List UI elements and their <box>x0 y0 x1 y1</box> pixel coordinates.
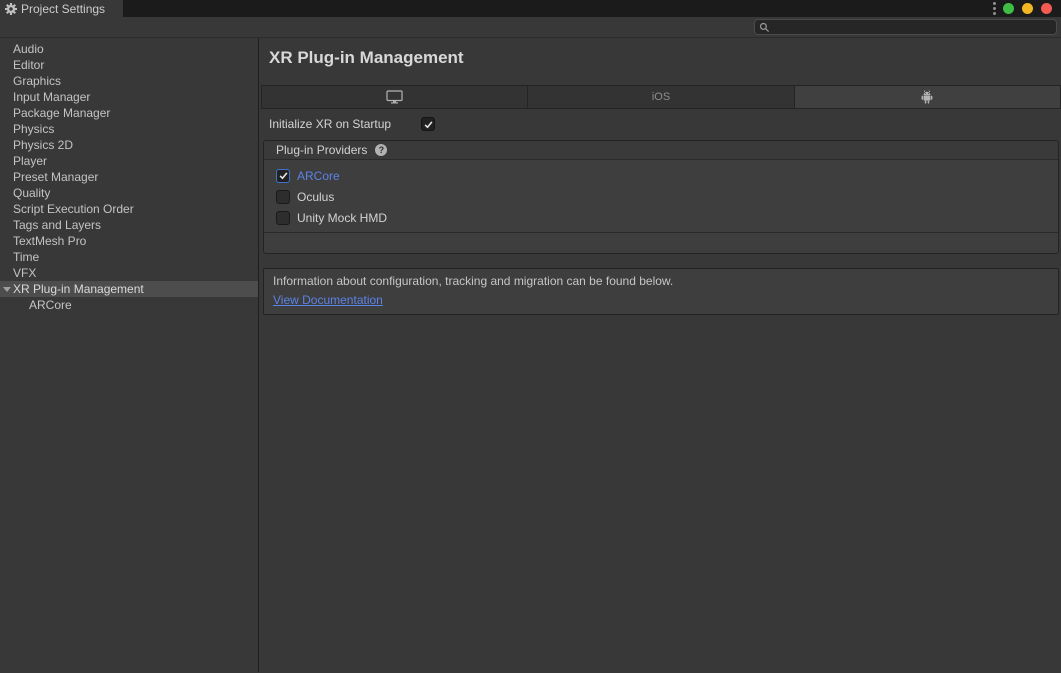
info-text: Information about configuration, trackin… <box>273 274 1049 289</box>
provider-checkbox-arcore[interactable] <box>276 169 290 183</box>
sidebar-item-label: Script Execution Order <box>13 202 134 216</box>
body: Audio Editor Graphics Input Manager Package … <box>0 38 1061 672</box>
sidebar-item-script-execution-order[interactable]: Script Execution Order <box>0 201 258 217</box>
provider-box-spacer <box>264 233 1058 253</box>
sidebar-item-label: Package Manager <box>13 106 110 120</box>
sidebar-item-xr-plug-in-management[interactable]: XR Plug-in Management <box>0 281 258 297</box>
sidebar-item-quality[interactable]: Quality <box>0 185 258 201</box>
sidebar-item-time[interactable]: Time <box>0 249 258 265</box>
project-settings-window-tab[interactable]: Project Settings <box>0 0 123 17</box>
provider-row-arcore: ARCore <box>264 165 1058 186</box>
search-input[interactable] <box>773 21 1056 34</box>
sidebar-item-label: Editor <box>13 58 44 72</box>
provider-label: Oculus <box>297 190 334 204</box>
window-button-yellow[interactable] <box>1022 3 1033 14</box>
provider-row-unity-mock-hmd: Unity Mock HMD <box>264 207 1058 228</box>
sidebar-item-label: ARCore <box>29 298 72 312</box>
provider-label: Unity Mock HMD <box>297 211 387 225</box>
sidebar-item-graphics[interactable]: Graphics <box>0 73 258 89</box>
sidebar-item-package-manager[interactable]: Package Manager <box>0 105 258 121</box>
provider-checkbox-oculus[interactable] <box>276 190 290 204</box>
gear-icon <box>5 3 17 15</box>
window-button-red[interactable] <box>1041 3 1052 14</box>
sidebar-item-label: Graphics <box>13 74 61 88</box>
sidebar-item-label: Input Manager <box>13 90 90 104</box>
android-icon <box>921 90 933 104</box>
sidebar-item-arcore[interactable]: ARCore <box>0 297 258 313</box>
window-buttons <box>1003 0 1061 17</box>
plugin-providers-box: Plug-in Providers ? ARCore Oculus Unity Mo… <box>263 140 1059 254</box>
sidebar-item-label: Quality <box>13 186 50 200</box>
platform-tabbar: iOS <box>261 85 1061 109</box>
settings-sidebar: Audio Editor Graphics Input Manager Package … <box>0 38 259 672</box>
initialize-xr-label: Initialize XR on Startup <box>269 117 421 131</box>
provider-label: ARCore <box>297 169 340 183</box>
sidebar-item-label: Audio <box>13 42 44 56</box>
sidebar-item-physics-2d[interactable]: Physics 2D <box>0 137 258 153</box>
sidebar-item-label: Physics 2D <box>13 138 73 152</box>
kebab-menu-icon[interactable] <box>986 0 1003 17</box>
sidebar-item-label: XR Plug-in Management <box>13 282 144 296</box>
main-panel: XR Plug-in Management iOS Initialize XR … <box>259 38 1061 672</box>
provider-checkbox-unity-mock-hmd[interactable] <box>276 211 290 225</box>
sidebar-item-textmesh-pro[interactable]: TextMesh Pro <box>0 233 258 249</box>
view-documentation-link[interactable]: View Documentation <box>273 293 383 307</box>
sidebar-item-label: Player <box>13 154 47 168</box>
sidebar-item-preset-manager[interactable]: Preset Manager <box>0 169 258 185</box>
sidebar-item-input-manager[interactable]: Input Manager <box>0 89 258 105</box>
help-icon[interactable]: ? <box>375 144 387 156</box>
provider-row-oculus: Oculus <box>264 186 1058 207</box>
triangle-down-icon[interactable] <box>3 287 11 292</box>
titlebar: Project Settings <box>0 0 1061 17</box>
provider-list: ARCore Oculus Unity Mock HMD <box>264 160 1058 233</box>
sidebar-item-label: Preset Manager <box>13 170 98 184</box>
window-button-green[interactable] <box>1003 3 1014 14</box>
initialize-xr-row: Initialize XR on Startup <box>269 115 1061 133</box>
sidebar-item-editor[interactable]: Editor <box>0 57 258 73</box>
sidebar-item-label: VFX <box>13 266 36 280</box>
window-title: Project Settings <box>21 2 105 16</box>
tab-label: iOS <box>652 91 670 103</box>
info-box: Information about configuration, trackin… <box>263 268 1059 315</box>
sidebar-item-vfx[interactable]: VFX <box>0 265 258 281</box>
initialize-xr-checkbox[interactable] <box>421 117 435 131</box>
titlebar-spacer <box>123 0 986 17</box>
tab-android[interactable] <box>794 86 1060 108</box>
sidebar-item-label: Time <box>13 250 39 264</box>
sidebar-item-label: TextMesh Pro <box>13 234 86 248</box>
tab-ios[interactable]: iOS <box>527 86 793 108</box>
sidebar-item-label: Tags and Layers <box>13 218 101 232</box>
search-icon <box>759 22 770 33</box>
page-title: XR Plug-in Management <box>269 47 1061 68</box>
toolbar <box>0 17 1061 38</box>
plugin-providers-header: Plug-in Providers ? <box>264 141 1058 160</box>
sidebar-item-label: Physics <box>13 122 54 136</box>
sidebar-item-physics[interactable]: Physics <box>0 121 258 137</box>
monitor-icon <box>386 90 403 104</box>
plugin-providers-label: Plug-in Providers <box>276 143 367 157</box>
sidebar-item-audio[interactable]: Audio <box>0 41 258 57</box>
tab-desktop[interactable] <box>262 86 527 108</box>
sidebar-item-tags-and-layers[interactable]: Tags and Layers <box>0 217 258 233</box>
search-box[interactable] <box>754 19 1057 35</box>
sidebar-item-player[interactable]: Player <box>0 153 258 169</box>
